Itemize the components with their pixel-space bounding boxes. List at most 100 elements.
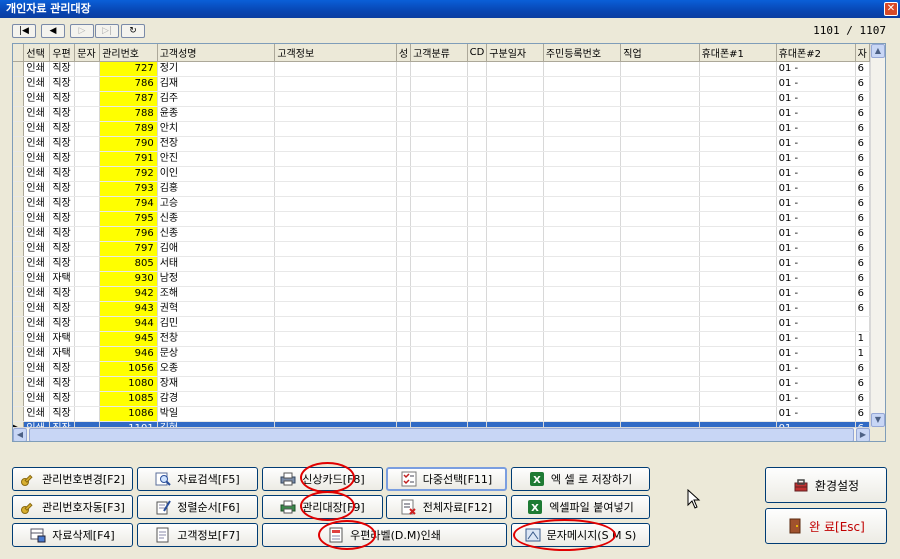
- cell-mobile1[interactable]: [699, 61, 777, 77]
- cell-resident-no[interactable]: [543, 286, 622, 302]
- cell-job[interactable]: [620, 286, 700, 302]
- cell-date[interactable]: [486, 91, 544, 107]
- row-selector[interactable]: [13, 406, 25, 422]
- cell-customer-info[interactable]: [274, 76, 397, 92]
- cell-resident-no[interactable]: [543, 61, 622, 77]
- cell-category[interactable]: [410, 106, 468, 122]
- scroll-right-icon[interactable]: ▶: [856, 428, 870, 441]
- cell-category[interactable]: [410, 211, 468, 227]
- cell-sms[interactable]: [74, 361, 101, 377]
- cell-date[interactable]: [486, 301, 544, 317]
- cell-date[interactable]: [486, 211, 544, 227]
- cell-cd[interactable]: [467, 271, 488, 287]
- cell-customer-name[interactable]: 신종: [157, 226, 276, 242]
- column-header[interactable]: 구분일자: [486, 44, 544, 62]
- cell-customer-info[interactable]: [274, 376, 397, 392]
- cell-extra[interactable]: 6: [855, 301, 870, 317]
- cell-management-number[interactable]: 794: [99, 196, 158, 212]
- cell-postal[interactable]: 자택: [49, 331, 76, 347]
- cell-cd[interactable]: [467, 91, 488, 107]
- cell-extra[interactable]: 1: [855, 346, 870, 362]
- personal-card-button[interactable]: 신상카드[F8]: [262, 467, 383, 491]
- cell-select[interactable]: 인쇄: [23, 61, 51, 77]
- cell-mobile2[interactable]: 01 -: [776, 76, 856, 92]
- cell-postal[interactable]: 직장: [49, 106, 76, 122]
- cell-mobile2[interactable]: 01 -: [776, 301, 856, 317]
- cell-customer-info[interactable]: [274, 391, 397, 407]
- search-button[interactable]: 자료검색[F5]: [137, 467, 258, 491]
- cell-mobile2[interactable]: 01 -: [776, 181, 856, 197]
- cell-customer-info[interactable]: [274, 61, 397, 77]
- cell-date[interactable]: [486, 136, 544, 152]
- delete-data-button[interactable]: 자료삭제[F4]: [12, 523, 133, 547]
- excel-save-button[interactable]: X 엑 셀 로 저장하기: [511, 467, 650, 491]
- cell-management-number[interactable]: 792: [99, 166, 158, 182]
- cell-customer-info[interactable]: [274, 211, 397, 227]
- cell-cd[interactable]: [467, 136, 488, 152]
- table-row[interactable]: 인쇄 직장 797 김애 01 -6: [13, 241, 870, 257]
- cell-mobile2[interactable]: 01 -: [776, 241, 856, 257]
- cell-gender[interactable]: [396, 121, 412, 137]
- cell-mobile1[interactable]: [699, 76, 777, 92]
- cell-customer-info[interactable]: [274, 136, 397, 152]
- cell-resident-no[interactable]: [543, 76, 622, 92]
- cell-extra[interactable]: 6: [855, 121, 870, 137]
- cell-job[interactable]: [620, 241, 700, 257]
- cell-sms[interactable]: [74, 226, 101, 242]
- cell-resident-no[interactable]: [543, 211, 622, 227]
- cell-management-number[interactable]: 1056: [99, 361, 158, 377]
- cell-mobile1[interactable]: [699, 361, 777, 377]
- cell-date[interactable]: [486, 391, 544, 407]
- cell-job[interactable]: [620, 166, 700, 182]
- cell-select[interactable]: 인쇄: [23, 316, 51, 332]
- cell-postal[interactable]: 직장: [49, 61, 76, 77]
- cell-select[interactable]: 인쇄: [23, 271, 51, 287]
- cell-resident-no[interactable]: [543, 241, 622, 257]
- cell-postal[interactable]: 직장: [49, 256, 76, 272]
- cell-gender[interactable]: [396, 286, 412, 302]
- cell-mobile2[interactable]: 01 -: [776, 391, 856, 407]
- row-selector[interactable]: [13, 226, 25, 242]
- cell-postal[interactable]: 직장: [49, 361, 76, 377]
- cell-customer-name[interactable]: 신종: [157, 211, 276, 227]
- cell-mobile1[interactable]: [699, 241, 777, 257]
- cell-mobile1[interactable]: [699, 346, 777, 362]
- prev-record-button[interactable]: ◀: [41, 24, 65, 38]
- cell-date[interactable]: [486, 316, 544, 332]
- cell-cd[interactable]: [467, 196, 488, 212]
- cell-resident-no[interactable]: [543, 376, 622, 392]
- cell-cd[interactable]: [467, 241, 488, 257]
- cell-customer-name[interactable]: 오종: [157, 361, 276, 377]
- cell-gender[interactable]: [396, 226, 412, 242]
- cell-job[interactable]: [620, 301, 700, 317]
- cell-job[interactable]: [620, 106, 700, 122]
- cell-mobile2[interactable]: 01 -: [776, 271, 856, 287]
- cell-select[interactable]: 인쇄: [23, 226, 51, 242]
- cell-customer-name[interactable]: 김홍: [157, 181, 276, 197]
- sms-button[interactable]: 문자메시지(S M S): [511, 523, 650, 547]
- cell-extra[interactable]: 6: [855, 391, 870, 407]
- cell-cd[interactable]: [467, 391, 488, 407]
- cell-select[interactable]: 인쇄: [23, 391, 51, 407]
- cell-resident-no[interactable]: [543, 301, 622, 317]
- cell-mobile1[interactable]: [699, 301, 777, 317]
- cell-customer-name[interactable]: 전창: [157, 331, 276, 347]
- cell-select[interactable]: 인쇄: [23, 241, 51, 257]
- cell-sms[interactable]: [74, 286, 101, 302]
- cell-mobile1[interactable]: [699, 136, 777, 152]
- cell-sms[interactable]: [74, 406, 101, 422]
- cell-cd[interactable]: [467, 121, 488, 137]
- cell-sms[interactable]: [74, 376, 101, 392]
- cell-customer-name[interactable]: 정기: [157, 61, 276, 77]
- cell-customer-info[interactable]: [274, 166, 397, 182]
- column-header[interactable]: CD: [467, 44, 488, 62]
- cell-mobile1[interactable]: [699, 91, 777, 107]
- row-selector[interactable]: [13, 331, 25, 347]
- cell-postal[interactable]: 직장: [49, 181, 76, 197]
- cell-resident-no[interactable]: [543, 136, 622, 152]
- cell-customer-name[interactable]: 장재: [157, 376, 276, 392]
- cell-postal[interactable]: 직장: [49, 166, 76, 182]
- cell-customer-info[interactable]: [274, 181, 397, 197]
- cell-customer-name[interactable]: 문상: [157, 346, 276, 362]
- horizontal-scrollbar[interactable]: ◀ ▶: [13, 427, 870, 441]
